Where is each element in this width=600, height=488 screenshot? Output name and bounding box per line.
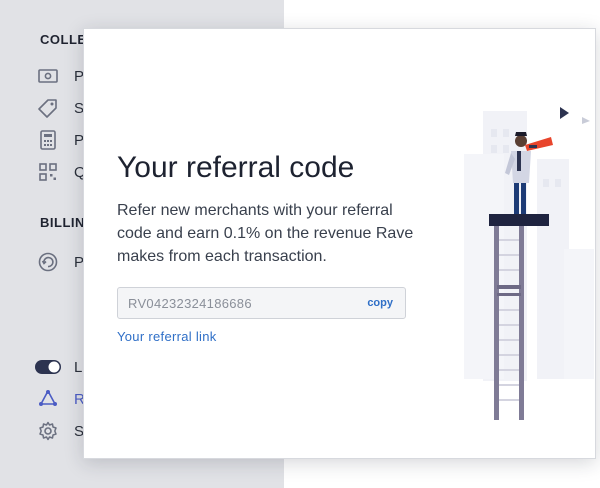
- referral-code-field[interactable]: RV04232324186686 copy: [117, 287, 406, 319]
- copy-button[interactable]: copy: [367, 297, 393, 309]
- toggle-icon[interactable]: [34, 357, 62, 377]
- qr-code-icon: [38, 162, 58, 182]
- sidebar-item-qr[interactable]: Q: [38, 160, 86, 184]
- referral-link[interactable]: Your referral link: [117, 329, 217, 344]
- sidebar-item-payment-links[interactable]: P: [38, 64, 84, 88]
- section-title-collections: COLLE: [40, 32, 87, 47]
- section-title-billing: BILLIN: [40, 215, 85, 230]
- person-with-telescope-on-tower-illustration: [459, 99, 594, 429]
- sidebar-item-settings[interactable]: S: [38, 419, 84, 443]
- gear-icon: [38, 421, 58, 441]
- cash-icon: [38, 66, 58, 86]
- referral-code-value[interactable]: RV04232324186686: [128, 296, 252, 311]
- modal-description: Refer new merchants with your referral c…: [117, 202, 414, 265]
- sidebar-item-label: L: [74, 358, 83, 376]
- sidebar-item-referrals[interactable]: R: [38, 387, 85, 411]
- calculator-icon: [38, 130, 58, 150]
- modal-title: Your referral code: [117, 151, 355, 184]
- tag-icon: [38, 98, 58, 118]
- sidebar-item-store[interactable]: S: [38, 96, 84, 120]
- recurring-icon: [38, 252, 58, 272]
- sidebar-item-plans[interactable]: P: [38, 250, 84, 274]
- referral-icon: [38, 389, 58, 409]
- sidebar-item-live-toggle[interactable]: L: [34, 355, 82, 379]
- sidebar-item-pos[interactable]: P: [38, 128, 84, 152]
- referral-modal: Your referral code Refer new merchants w…: [83, 28, 596, 459]
